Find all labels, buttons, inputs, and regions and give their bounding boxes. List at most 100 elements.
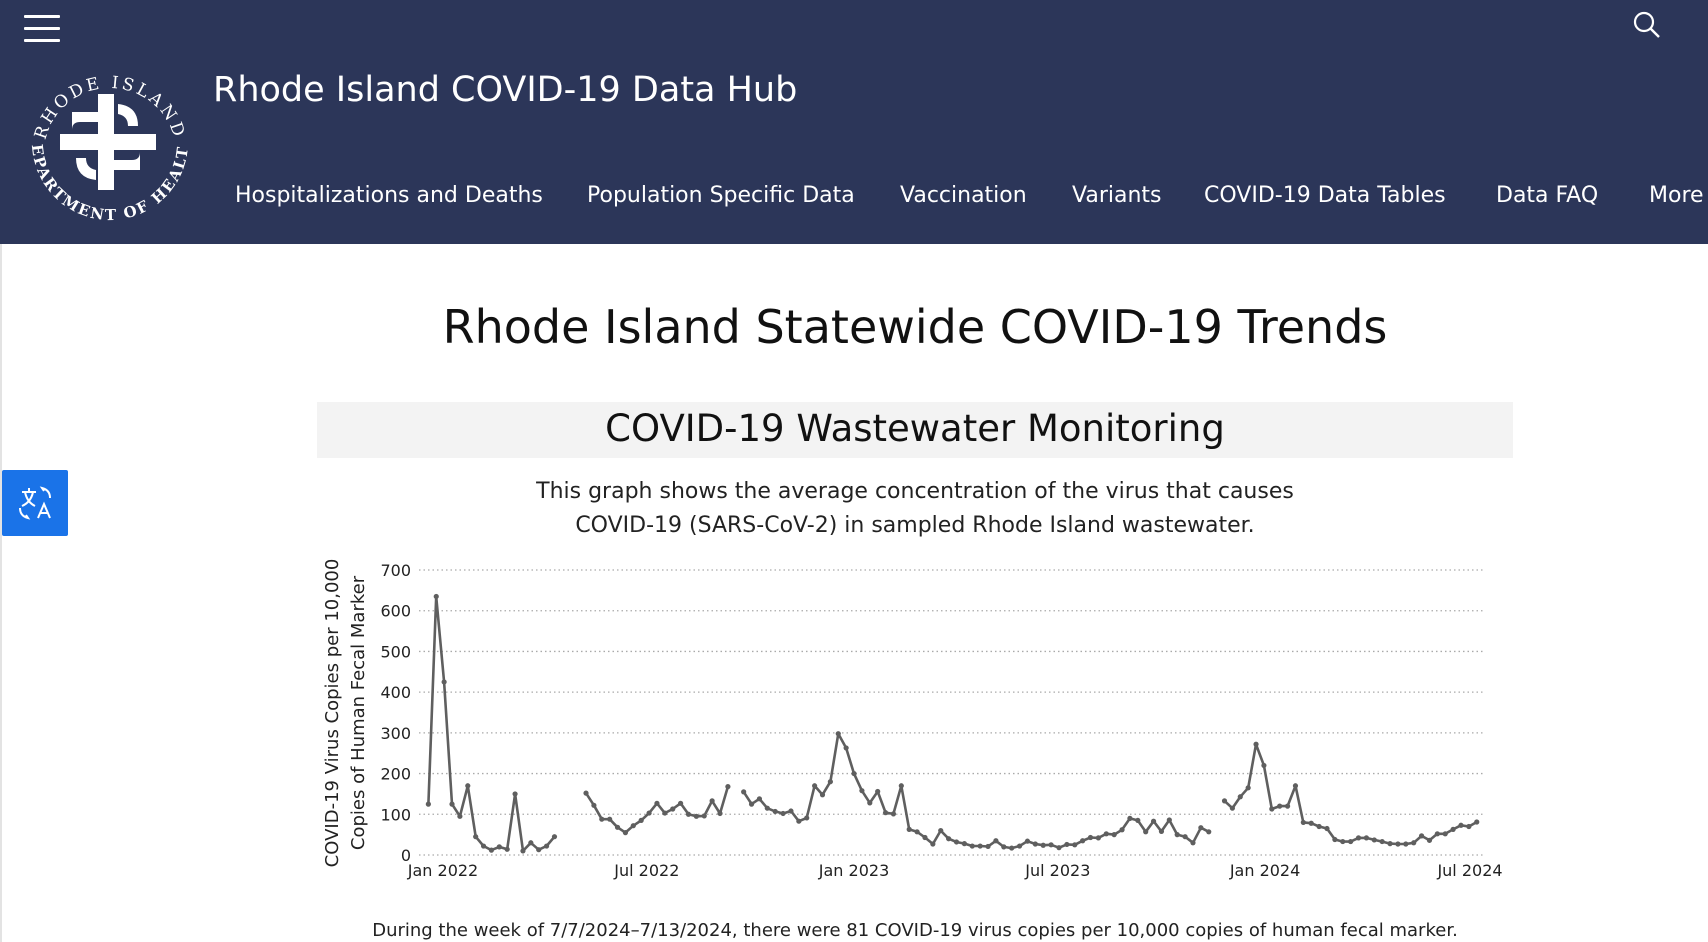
data-point bbox=[425, 801, 431, 807]
data-point bbox=[1253, 741, 1259, 747]
data-point bbox=[1458, 822, 1464, 828]
data-point bbox=[630, 823, 636, 829]
data-point bbox=[528, 840, 534, 846]
series-line-segment bbox=[427, 595, 556, 853]
data-point bbox=[1001, 844, 1007, 850]
data-point bbox=[1221, 798, 1228, 804]
data-point bbox=[1371, 837, 1377, 843]
data-point bbox=[1387, 841, 1393, 847]
data-point bbox=[551, 834, 558, 840]
data-point bbox=[922, 834, 928, 841]
data-point bbox=[441, 679, 447, 685]
data-point bbox=[1150, 818, 1157, 824]
data-point bbox=[654, 800, 660, 806]
data-point bbox=[756, 796, 763, 802]
data-point bbox=[725, 784, 731, 790]
data-point bbox=[985, 843, 991, 850]
data-point bbox=[465, 783, 471, 789]
data-point bbox=[804, 815, 810, 821]
data-point bbox=[614, 824, 621, 830]
data-point bbox=[969, 843, 975, 849]
y-tick-label: 100 bbox=[380, 805, 411, 824]
data-point bbox=[953, 839, 960, 845]
data-point bbox=[764, 805, 770, 811]
y-tick-label: 600 bbox=[380, 602, 411, 621]
data-point bbox=[1332, 836, 1338, 843]
data-point bbox=[1355, 835, 1362, 841]
latest-week-summary: During the week of 7/7/2024–7/13/2024, t… bbox=[372, 920, 1458, 941]
y-tick-label: 400 bbox=[380, 683, 411, 702]
data-point bbox=[1166, 817, 1172, 823]
data-point bbox=[685, 811, 692, 817]
data-point bbox=[1174, 832, 1180, 838]
data-point bbox=[496, 844, 502, 850]
data-point bbox=[1340, 838, 1346, 845]
data-point bbox=[1277, 803, 1283, 809]
data-point bbox=[1190, 840, 1196, 846]
series-line-segment bbox=[1223, 742, 1478, 846]
data-point bbox=[906, 826, 912, 832]
data-point bbox=[1411, 840, 1417, 846]
data-point bbox=[1395, 841, 1401, 847]
data-point bbox=[835, 731, 841, 737]
data-point bbox=[1016, 843, 1023, 849]
data-point bbox=[946, 836, 952, 842]
series-line-segment bbox=[742, 732, 1210, 850]
data-point bbox=[1269, 806, 1275, 812]
data-point bbox=[1206, 829, 1212, 835]
data-point bbox=[961, 841, 967, 847]
data-point bbox=[433, 593, 439, 600]
data-point bbox=[701, 813, 707, 819]
data-point bbox=[1032, 841, 1038, 847]
data-point bbox=[882, 810, 889, 816]
data-point bbox=[709, 798, 715, 804]
data-point bbox=[938, 827, 944, 834]
data-point bbox=[1135, 817, 1141, 823]
data-point bbox=[480, 843, 487, 849]
data-point bbox=[1261, 762, 1267, 769]
data-point bbox=[859, 788, 865, 794]
data-point bbox=[1284, 803, 1291, 809]
data-point bbox=[827, 779, 833, 785]
data-point bbox=[1087, 834, 1094, 841]
data-point bbox=[1324, 825, 1330, 832]
data-point bbox=[1292, 783, 1299, 789]
data-point bbox=[875, 788, 881, 795]
data-point bbox=[1127, 815, 1133, 821]
y-axis-label-line-2: Copies of Human Fecal Marker bbox=[348, 575, 369, 850]
data-point bbox=[544, 843, 550, 849]
x-tick-label: Jul 2024 bbox=[1436, 861, 1502, 880]
series-line-segment bbox=[584, 786, 730, 834]
data-point bbox=[1308, 820, 1314, 826]
data-point bbox=[780, 810, 786, 817]
data-point bbox=[1111, 832, 1117, 838]
data-point bbox=[504, 846, 510, 852]
data-point bbox=[622, 830, 629, 836]
data-point bbox=[607, 816, 613, 822]
data-point bbox=[1348, 838, 1354, 845]
data-point bbox=[843, 745, 849, 751]
data-point bbox=[1056, 845, 1062, 851]
data-point bbox=[898, 783, 904, 789]
y-tick-label: 500 bbox=[380, 642, 411, 661]
data-point bbox=[788, 808, 794, 814]
data-point bbox=[670, 806, 676, 812]
data-point bbox=[1103, 831, 1109, 837]
data-point bbox=[812, 783, 818, 789]
x-tick-label: Jan 2023 bbox=[818, 861, 889, 880]
y-tick-label: 200 bbox=[380, 765, 411, 784]
data-point bbox=[1379, 838, 1385, 845]
data-point bbox=[638, 817, 644, 823]
data-point bbox=[473, 834, 479, 840]
data-point bbox=[678, 800, 684, 806]
data-point bbox=[851, 770, 857, 777]
data-point bbox=[1182, 834, 1188, 840]
data-point bbox=[1316, 823, 1322, 830]
data-point bbox=[748, 801, 755, 807]
data-point bbox=[1245, 785, 1251, 791]
data-point bbox=[512, 791, 518, 797]
data-point bbox=[536, 847, 542, 853]
data-point bbox=[1434, 831, 1440, 837]
data-point bbox=[1080, 838, 1086, 844]
data-point bbox=[1442, 831, 1448, 837]
